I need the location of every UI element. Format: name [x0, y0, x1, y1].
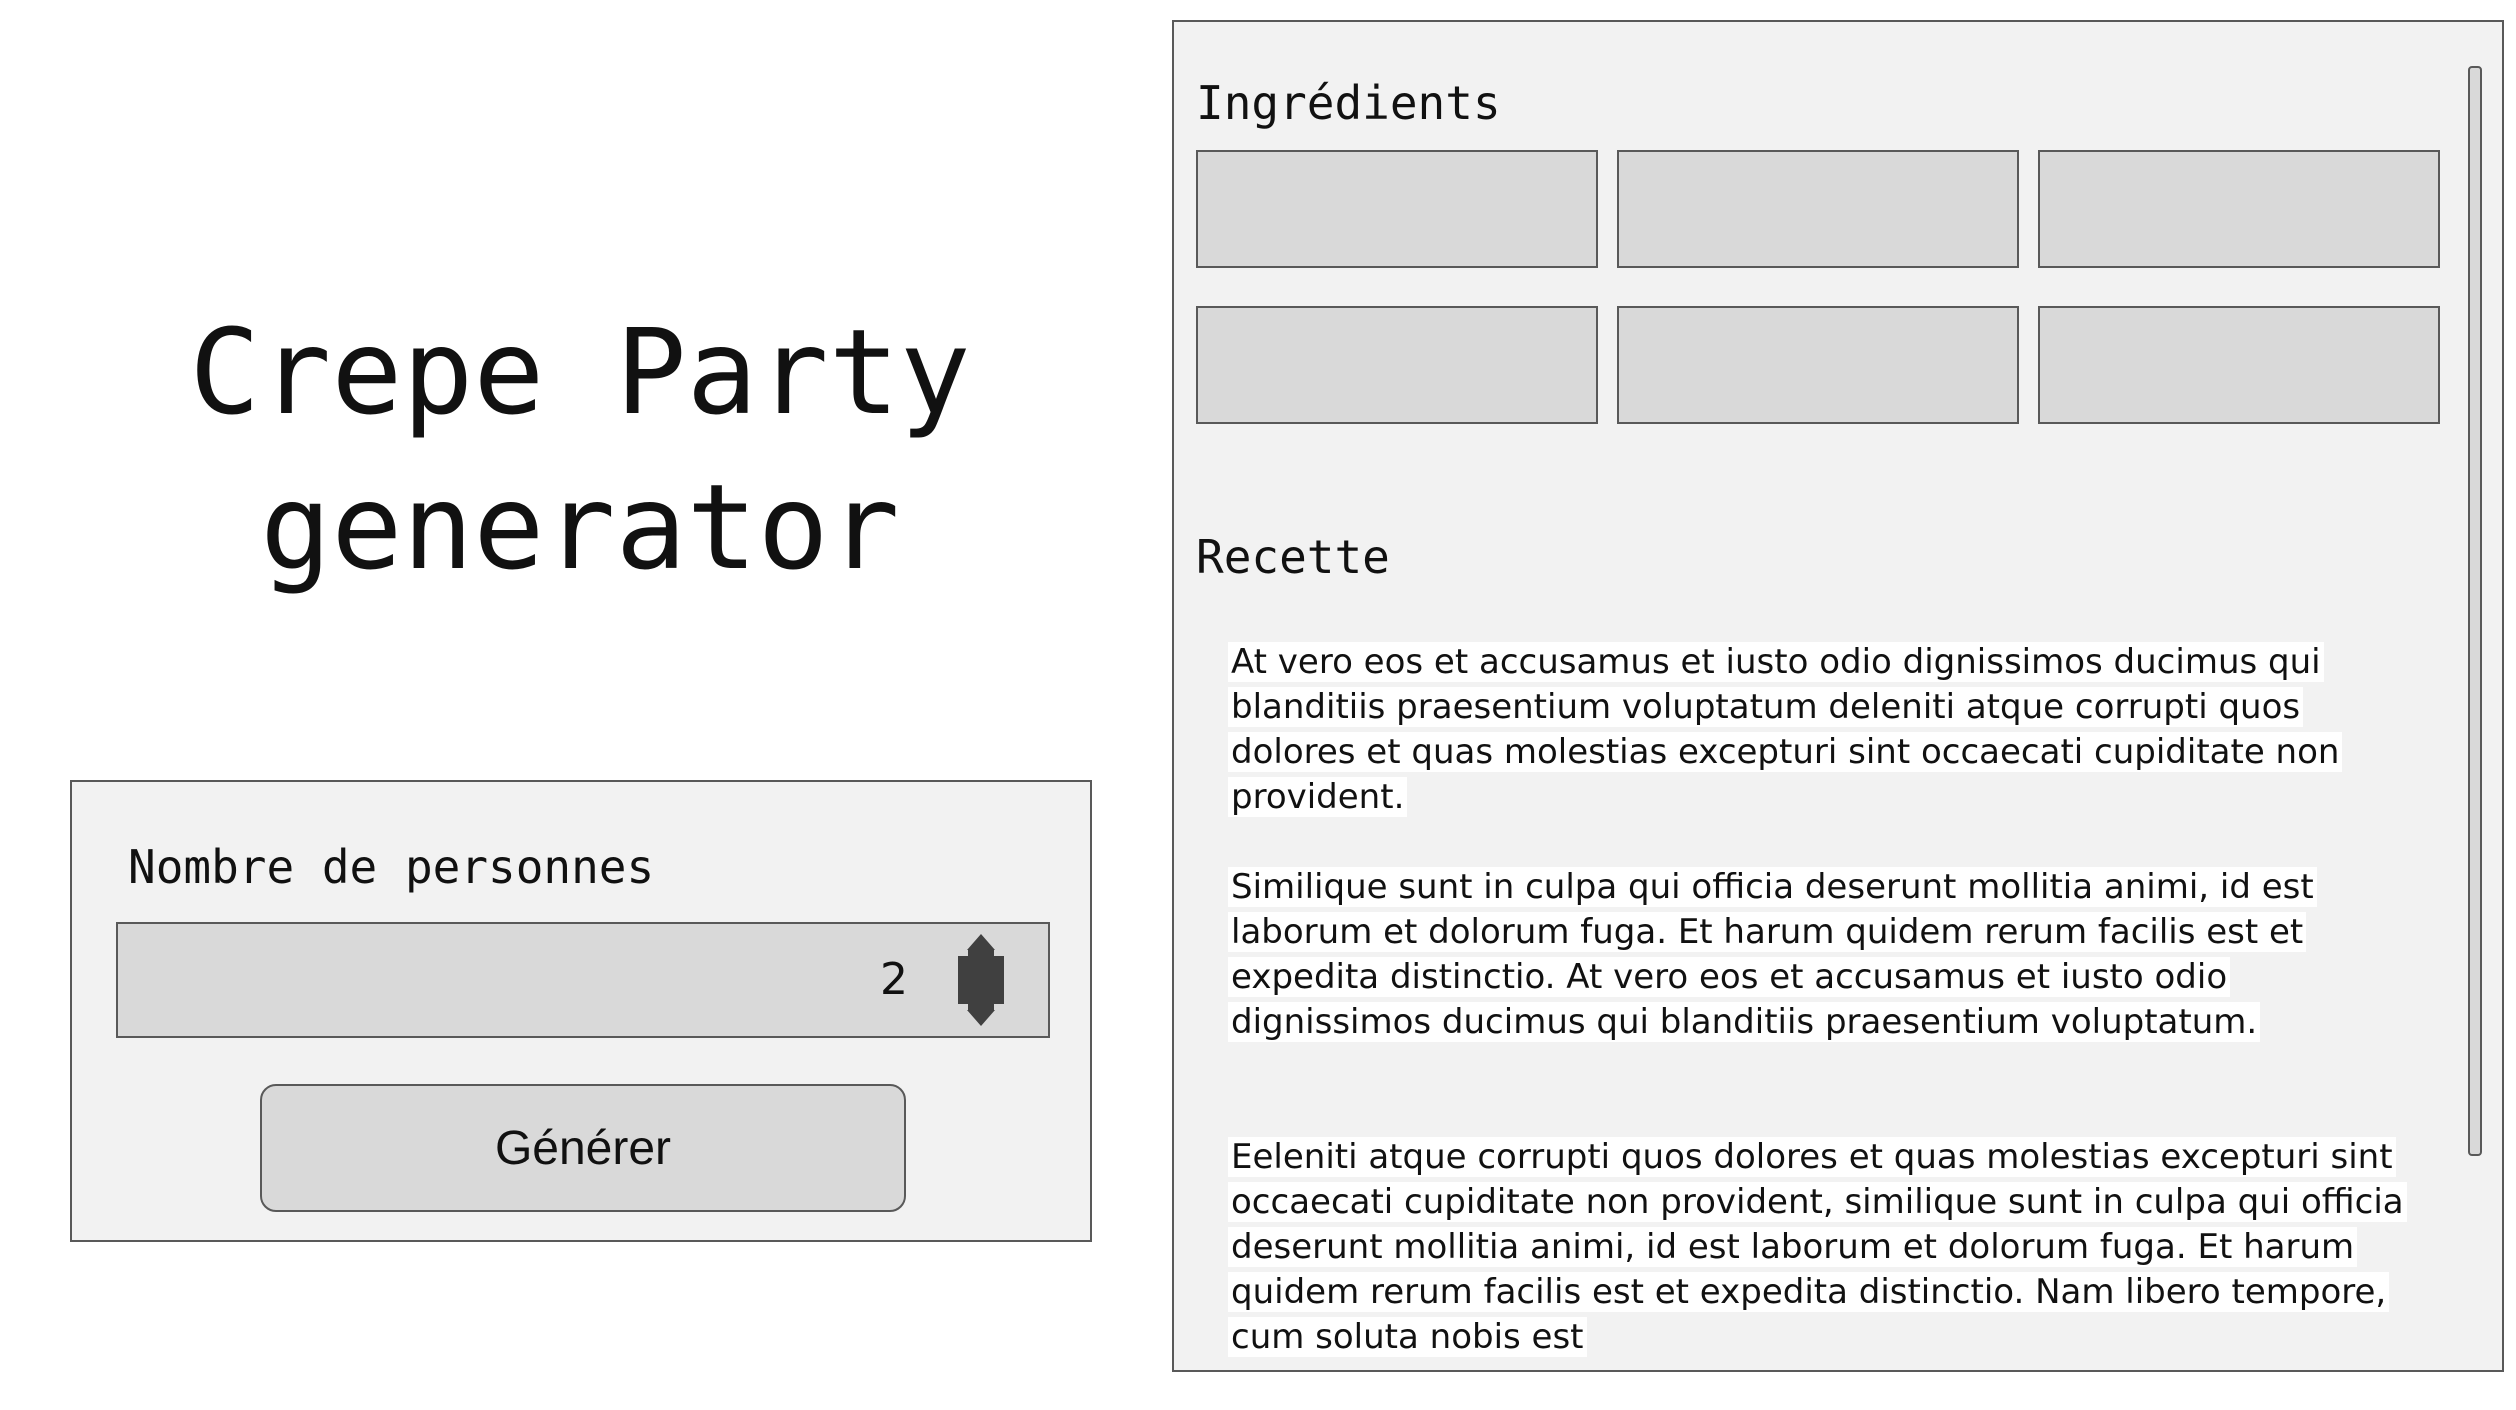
ingredients-grid — [1196, 150, 2440, 424]
recipe-heading: Recette — [1196, 530, 1390, 584]
recipe-text: At vero eos et accusamus et iusto odio d… — [1228, 640, 2428, 1360]
app-title: Crepe Party generator — [0, 295, 1160, 605]
ingredient-cell-5 — [1617, 306, 2019, 424]
recipe-scrollbar[interactable] — [2468, 66, 2482, 1156]
people-count-label: Nombre de personnes — [128, 840, 655, 894]
people-count-input[interactable]: 2 — [116, 922, 1050, 1038]
ingredient-cell-6 — [2038, 306, 2440, 424]
people-count-value[interactable]: 2 — [880, 954, 908, 1005]
recipe-paragraph-3: Eeleniti atque corrupti quos dolores et … — [1228, 1137, 2407, 1357]
ingredient-cell-1 — [1196, 150, 1598, 268]
app-title-line-2: generator — [260, 458, 900, 596]
app-title-line-1: Crepe Party — [189, 303, 971, 441]
ingredient-cell-4 — [1196, 306, 1598, 424]
ingredient-cell-3 — [2038, 150, 2440, 268]
ingredients-heading: Ingrédients — [1196, 76, 1501, 130]
ingredient-cell-2 — [1617, 150, 2019, 268]
results-panel: Ingrédients Recette At vero eos et accus… — [1172, 20, 2504, 1372]
recipe-paragraph-1: At vero eos et accusamus et iusto odio d… — [1228, 642, 2343, 817]
recipe-paragraph-2: Similique sunt in culpa qui officia dese… — [1228, 867, 2317, 1042]
people-form-panel: Nombre de personnes 2 Générer — [70, 780, 1092, 1242]
generate-button[interactable]: Générer — [260, 1084, 906, 1212]
up-down-spinner-icon[interactable] — [954, 934, 1008, 1026]
